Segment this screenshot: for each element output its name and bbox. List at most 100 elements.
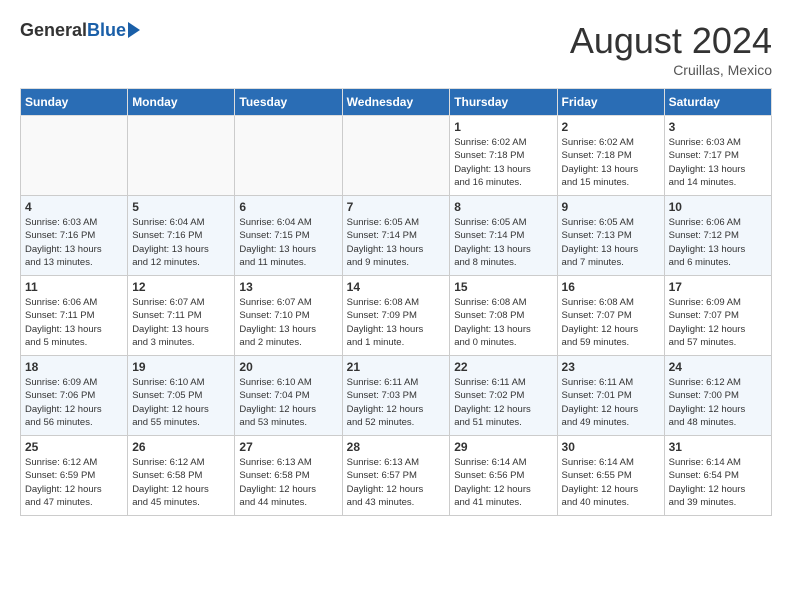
calendar-cell: 20 Sunrise: 6:10 AM Sunset: 7:04 PM Dayli… (235, 356, 342, 436)
day-info: Sunrise: 6:09 AM Sunset: 7:06 PM Dayligh… (25, 376, 123, 429)
day-info: Sunrise: 6:13 AM Sunset: 6:58 PM Dayligh… (239, 456, 337, 509)
calendar-cell: 12Sunrise: 6:07 AM Sunset: 7:11 PM Dayli… (128, 276, 235, 356)
location-subtitle: Cruillas, Mexico (570, 62, 772, 78)
day-info: Sunrise: 6:12 AM Sunset: 6:58 PM Dayligh… (132, 456, 230, 509)
col-header-sunday: Sunday (21, 89, 128, 116)
calendar-cell (342, 116, 450, 196)
calendar-week-3: 11 Sunrise: 6:06 AM Sunset: 7:11 PM Dayli… (21, 276, 772, 356)
col-header-friday: Friday (557, 89, 664, 116)
calendar-cell: 21 Sunrise: 6:11 AM Sunset: 7:03 PM Dayli… (342, 356, 450, 436)
day-number: 25 (25, 440, 123, 454)
calendar-cell: 3 Sunrise: 6:03 AM Sunset: 7:17 PM Daylig… (664, 116, 771, 196)
calendar-cell: 10 Sunrise: 6:06 AM Sunset: 7:12 PM Dayli… (664, 196, 771, 276)
day-number: 19 (132, 360, 230, 374)
day-info: Sunrise: 6:12 AM Sunset: 6:59 PM Dayligh… (25, 456, 123, 509)
page-header: General Blue August 2024 Cruillas, Mexic… (20, 20, 772, 78)
calendar-cell: 15 Sunrise: 6:08 AM Sunset: 7:08 PM Dayli… (450, 276, 557, 356)
day-number: 21 (347, 360, 446, 374)
calendar-cell: 14Sunrise: 6:08 AM Sunset: 7:09 PM Dayli… (342, 276, 450, 356)
day-info: Sunrise: 6:10 AM Sunset: 7:04 PM Dayligh… (239, 376, 337, 429)
day-info: Sunrise: 6:07 AM Sunset: 7:11 PM Dayligh… (132, 296, 230, 349)
day-number: 20 (239, 360, 337, 374)
day-info: Sunrise: 6:09 AM Sunset: 7:07 PM Dayligh… (669, 296, 767, 349)
col-header-thursday: Thursday (450, 89, 557, 116)
day-number: 11 (25, 280, 123, 294)
day-number: 27 (239, 440, 337, 454)
calendar-cell: 2 Sunrise: 6:02 AM Sunset: 7:18 PM Daylig… (557, 116, 664, 196)
calendar-week-4: 18 Sunrise: 6:09 AM Sunset: 7:06 PM Dayli… (21, 356, 772, 436)
day-number: 1 (454, 120, 552, 134)
day-info: Sunrise: 6:02 AM Sunset: 7:18 PM Dayligh… (454, 136, 552, 189)
day-info: Sunrise: 6:14 AM Sunset: 6:55 PM Dayligh… (562, 456, 660, 509)
calendar-cell: 25 Sunrise: 6:12 AM Sunset: 6:59 PM Dayli… (21, 436, 128, 516)
day-info: Sunrise: 6:05 AM Sunset: 7:14 PM Dayligh… (347, 216, 446, 269)
day-info: Sunrise: 6:03 AM Sunset: 7:17 PM Dayligh… (669, 136, 767, 189)
col-header-tuesday: Tuesday (235, 89, 342, 116)
day-number: 13 (239, 280, 337, 294)
day-number: 4 (25, 200, 123, 214)
day-info: Sunrise: 6:08 AM Sunset: 7:07 PM Dayligh… (562, 296, 660, 349)
day-number: 3 (669, 120, 767, 134)
calendar-cell: 27 Sunrise: 6:13 AM Sunset: 6:58 PM Dayli… (235, 436, 342, 516)
day-info: Sunrise: 6:13 AM Sunset: 6:57 PM Dayligh… (347, 456, 446, 509)
day-info: Sunrise: 6:12 AM Sunset: 7:00 PM Dayligh… (669, 376, 767, 429)
calendar-cell: 1 Sunrise: 6:02 AM Sunset: 7:18 PM Daylig… (450, 116, 557, 196)
day-info: Sunrise: 6:11 AM Sunset: 7:01 PM Dayligh… (562, 376, 660, 429)
day-number: 30 (562, 440, 660, 454)
day-info: Sunrise: 6:04 AM Sunset: 7:16 PM Dayligh… (132, 216, 230, 269)
day-number: 6 (239, 200, 337, 214)
day-info: Sunrise: 6:04 AM Sunset: 7:15 PM Dayligh… (239, 216, 337, 269)
col-header-wednesday: Wednesday (342, 89, 450, 116)
calendar-table: SundayMondayTuesdayWednesdayThursdayFrid… (20, 88, 772, 516)
title-block: August 2024 Cruillas, Mexico (570, 20, 772, 78)
calendar-week-2: 4Sunrise: 6:03 AM Sunset: 7:16 PM Daylig… (21, 196, 772, 276)
calendar-cell (128, 116, 235, 196)
day-number: 5 (132, 200, 230, 214)
day-info: Sunrise: 6:06 AM Sunset: 7:12 PM Dayligh… (669, 216, 767, 269)
day-info: Sunrise: 6:06 AM Sunset: 7:11 PM Dayligh… (25, 296, 123, 349)
calendar-cell: 5 Sunrise: 6:04 AM Sunset: 7:16 PM Daylig… (128, 196, 235, 276)
day-number: 29 (454, 440, 552, 454)
calendar-cell: 28Sunrise: 6:13 AM Sunset: 6:57 PM Dayli… (342, 436, 450, 516)
day-number: 2 (562, 120, 660, 134)
calendar-cell: 18 Sunrise: 6:09 AM Sunset: 7:06 PM Dayli… (21, 356, 128, 436)
col-header-saturday: Saturday (664, 89, 771, 116)
calendar-cell: 11 Sunrise: 6:06 AM Sunset: 7:11 PM Dayli… (21, 276, 128, 356)
day-number: 31 (669, 440, 767, 454)
calendar-cell: 23 Sunrise: 6:11 AM Sunset: 7:01 PM Dayli… (557, 356, 664, 436)
day-info: Sunrise: 6:11 AM Sunset: 7:03 PM Dayligh… (347, 376, 446, 429)
day-number: 18 (25, 360, 123, 374)
logo-arrow-icon (128, 22, 140, 38)
calendar-cell (235, 116, 342, 196)
day-number: 26 (132, 440, 230, 454)
calendar-cell: 9 Sunrise: 6:05 AM Sunset: 7:13 PM Daylig… (557, 196, 664, 276)
day-info: Sunrise: 6:10 AM Sunset: 7:05 PM Dayligh… (132, 376, 230, 429)
day-info: Sunrise: 6:05 AM Sunset: 7:13 PM Dayligh… (562, 216, 660, 269)
calendar-week-5: 25 Sunrise: 6:12 AM Sunset: 6:59 PM Dayli… (21, 436, 772, 516)
calendar-cell: 22Sunrise: 6:11 AM Sunset: 7:02 PM Dayli… (450, 356, 557, 436)
day-number: 10 (669, 200, 767, 214)
calendar-cell: 17 Sunrise: 6:09 AM Sunset: 7:07 PM Dayli… (664, 276, 771, 356)
calendar-cell (21, 116, 128, 196)
calendar-cell: 8Sunrise: 6:05 AM Sunset: 7:14 PM Daylig… (450, 196, 557, 276)
calendar-cell: 24 Sunrise: 6:12 AM Sunset: 7:00 PM Dayli… (664, 356, 771, 436)
day-number: 8 (454, 200, 552, 214)
day-number: 23 (562, 360, 660, 374)
logo: General Blue (20, 20, 140, 41)
day-number: 24 (669, 360, 767, 374)
logo-blue-text: Blue (87, 20, 126, 41)
day-number: 17 (669, 280, 767, 294)
calendar-cell: 6 Sunrise: 6:04 AM Sunset: 7:15 PM Daylig… (235, 196, 342, 276)
calendar-cell: 26 Sunrise: 6:12 AM Sunset: 6:58 PM Dayli… (128, 436, 235, 516)
day-number: 15 (454, 280, 552, 294)
day-info: Sunrise: 6:08 AM Sunset: 7:08 PM Dayligh… (454, 296, 552, 349)
day-info: Sunrise: 6:02 AM Sunset: 7:18 PM Dayligh… (562, 136, 660, 189)
day-info: Sunrise: 6:11 AM Sunset: 7:02 PM Dayligh… (454, 376, 552, 429)
calendar-week-1: 1 Sunrise: 6:02 AM Sunset: 7:18 PM Daylig… (21, 116, 772, 196)
logo-general-text: General (20, 20, 87, 41)
day-number: 14 (347, 280, 446, 294)
calendar-cell: 4Sunrise: 6:03 AM Sunset: 7:16 PM Daylig… (21, 196, 128, 276)
day-number: 7 (347, 200, 446, 214)
day-number: 9 (562, 200, 660, 214)
col-header-monday: Monday (128, 89, 235, 116)
